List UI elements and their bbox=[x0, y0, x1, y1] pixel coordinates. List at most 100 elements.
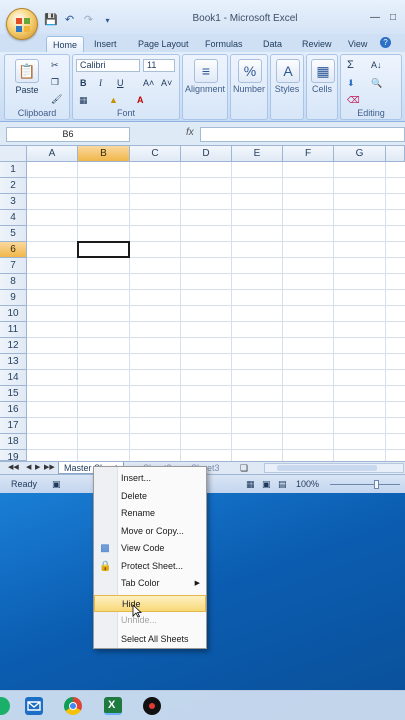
clear-icon[interactable]: ⌫ bbox=[347, 93, 360, 107]
shrink-font-button[interactable]: A˅ bbox=[161, 76, 172, 90]
menu-item-tab-color[interactable]: Tab Color ▶ bbox=[94, 575, 206, 592]
format-painter-icon[interactable]: 🖌 bbox=[51, 92, 62, 106]
prev-sheet-icon[interactable]: ◀ bbox=[26, 463, 31, 471]
row-header[interactable]: 8 bbox=[0, 274, 27, 290]
column-header-c[interactable]: C bbox=[130, 146, 181, 162]
fill-color-icon[interactable]: ▲ bbox=[109, 93, 118, 107]
alignment-button[interactable]: ≡ bbox=[192, 59, 220, 85]
find-icon[interactable]: 🔍 bbox=[371, 76, 382, 90]
autosum-button[interactable]: Σ bbox=[347, 58, 354, 72]
row-header[interactable]: 12 bbox=[0, 338, 27, 354]
menu-item-protect-sheet[interactable]: 🔒 Protect Sheet... bbox=[94, 558, 206, 575]
fx-icon[interactable]: fx bbox=[186, 127, 194, 138]
menu-item-move-copy[interactable]: Move or Copy... bbox=[94, 523, 206, 540]
tab-review[interactable]: Review bbox=[302, 36, 332, 52]
fill-icon[interactable]: ⬇ bbox=[347, 76, 355, 90]
insert-sheet-icon[interactable]: ❏ bbox=[240, 463, 248, 474]
menu-item-delete[interactable]: Delete bbox=[94, 488, 206, 505]
row-header[interactable]: 5 bbox=[0, 226, 27, 242]
tab-data[interactable]: Data bbox=[263, 36, 282, 52]
row-header[interactable]: 18 bbox=[0, 434, 27, 450]
help-icon[interactable]: ? bbox=[380, 37, 391, 48]
formula-input[interactable] bbox=[200, 127, 405, 142]
font-name-box[interactable]: Calibri bbox=[76, 59, 140, 72]
page-break-view-icon[interactable]: ▤ bbox=[278, 477, 287, 491]
tab-page-layout[interactable]: Page Layout bbox=[138, 36, 189, 52]
zoom-slider-knob[interactable] bbox=[374, 480, 379, 489]
sort-filter-button[interactable]: A↓ bbox=[371, 58, 382, 72]
row-header[interactable]: 1 bbox=[0, 162, 27, 178]
save-icon[interactable]: 💾 bbox=[44, 14, 58, 27]
column-header-a[interactable]: A bbox=[27, 146, 78, 162]
font-color-icon[interactable]: A bbox=[137, 93, 144, 107]
name-box[interactable]: B6 bbox=[6, 127, 130, 142]
menu-item-select-all-sheets[interactable]: Select All Sheets bbox=[94, 631, 206, 648]
row-header[interactable]: 19 bbox=[0, 450, 27, 463]
row-header[interactable]: 9 bbox=[0, 290, 27, 306]
tab-insert[interactable]: Insert bbox=[94, 36, 117, 52]
italic-button[interactable]: I bbox=[99, 76, 102, 90]
menu-item-insert[interactable]: Insert... bbox=[94, 470, 206, 487]
column-header-partial[interactable] bbox=[386, 146, 405, 162]
font-size-box[interactable]: 11 bbox=[143, 59, 175, 72]
recorder-icon[interactable] bbox=[143, 697, 161, 715]
row-header[interactable]: 14 bbox=[0, 370, 27, 386]
tab-view[interactable]: View bbox=[348, 36, 367, 52]
app-partial-icon[interactable] bbox=[0, 697, 10, 715]
menu-item-hide[interactable]: Hide bbox=[94, 595, 206, 612]
column-header-b[interactable]: B bbox=[78, 146, 130, 162]
first-sheet-icon[interactable]: ◀◀ bbox=[8, 463, 19, 471]
horizontal-scrollbar[interactable] bbox=[264, 463, 404, 473]
mail-icon[interactable] bbox=[25, 697, 43, 715]
minimize-icon[interactable]: — bbox=[370, 12, 380, 23]
row-header[interactable]: 2 bbox=[0, 178, 27, 194]
maximize-icon[interactable]: □ bbox=[390, 12, 396, 23]
row-header[interactable]: 16 bbox=[0, 402, 27, 418]
column-header-d[interactable]: D bbox=[181, 146, 232, 162]
office-button[interactable] bbox=[6, 8, 38, 40]
page-layout-view-icon[interactable]: ▣ bbox=[262, 477, 271, 491]
active-cell-b6[interactable] bbox=[77, 241, 130, 258]
select-all-corner[interactable] bbox=[0, 146, 27, 162]
row-header[interactable]: 11 bbox=[0, 322, 27, 338]
column-header-e[interactable]: E bbox=[232, 146, 283, 162]
redo-icon[interactable]: ↷ bbox=[82, 14, 95, 27]
paste-button[interactable]: 📋 Paste bbox=[11, 59, 43, 95]
normal-view-icon[interactable]: ▦ bbox=[246, 477, 255, 491]
row-header-selected[interactable]: 6 bbox=[0, 242, 27, 258]
last-sheet-icon[interactable]: ▶▶ bbox=[44, 463, 55, 471]
number-button[interactable]: % bbox=[237, 59, 263, 85]
customize-qat-icon[interactable]: ▾ bbox=[101, 14, 114, 27]
row-header[interactable]: 13 bbox=[0, 354, 27, 370]
macro-record-icon[interactable]: ▣ bbox=[52, 477, 61, 491]
cells-button[interactable]: ▦ bbox=[310, 59, 336, 85]
zoom-slider[interactable] bbox=[330, 480, 400, 489]
row-header[interactable]: 7 bbox=[0, 258, 27, 274]
row-header[interactable]: 17 bbox=[0, 418, 27, 434]
borders-icon[interactable]: ▦ bbox=[79, 93, 88, 107]
row-header[interactable]: 15 bbox=[0, 386, 27, 402]
column-header-f[interactable]: F bbox=[283, 146, 334, 162]
undo-icon[interactable]: ↶ bbox=[63, 14, 76, 27]
menu-item-view-code[interactable]: ▩ View Code bbox=[94, 540, 206, 557]
row-header[interactable]: 10 bbox=[0, 306, 27, 322]
copy-icon[interactable]: ❐ bbox=[51, 75, 59, 89]
tab-home[interactable]: Home bbox=[46, 36, 85, 52]
tab-formulas[interactable]: Formulas bbox=[205, 36, 243, 52]
scrollbar-thumb[interactable] bbox=[277, 465, 377, 471]
bold-button[interactable]: B bbox=[80, 76, 87, 90]
percent-icon: % bbox=[238, 59, 262, 83]
chrome-icon[interactable] bbox=[64, 697, 82, 715]
column-header-g[interactable]: G bbox=[334, 146, 386, 162]
next-sheet-icon[interactable]: ▶ bbox=[35, 463, 40, 471]
row-header[interactable]: 3 bbox=[0, 194, 27, 210]
grow-font-button[interactable]: A˄ bbox=[143, 76, 154, 90]
menu-item-rename[interactable]: Rename bbox=[94, 505, 206, 522]
cut-icon[interactable]: ✂ bbox=[51, 58, 59, 72]
worksheet-grid[interactable]: A B C D E F G 1 2 3 4 5 6 7 8 9 10 11 12… bbox=[0, 146, 405, 463]
row-header[interactable]: 4 bbox=[0, 210, 27, 226]
zoom-level[interactable]: 100% bbox=[296, 479, 319, 489]
styles-button[interactable]: A bbox=[275, 59, 301, 85]
excel-icon[interactable]: X bbox=[104, 697, 122, 715]
underline-button[interactable]: U bbox=[117, 76, 124, 90]
